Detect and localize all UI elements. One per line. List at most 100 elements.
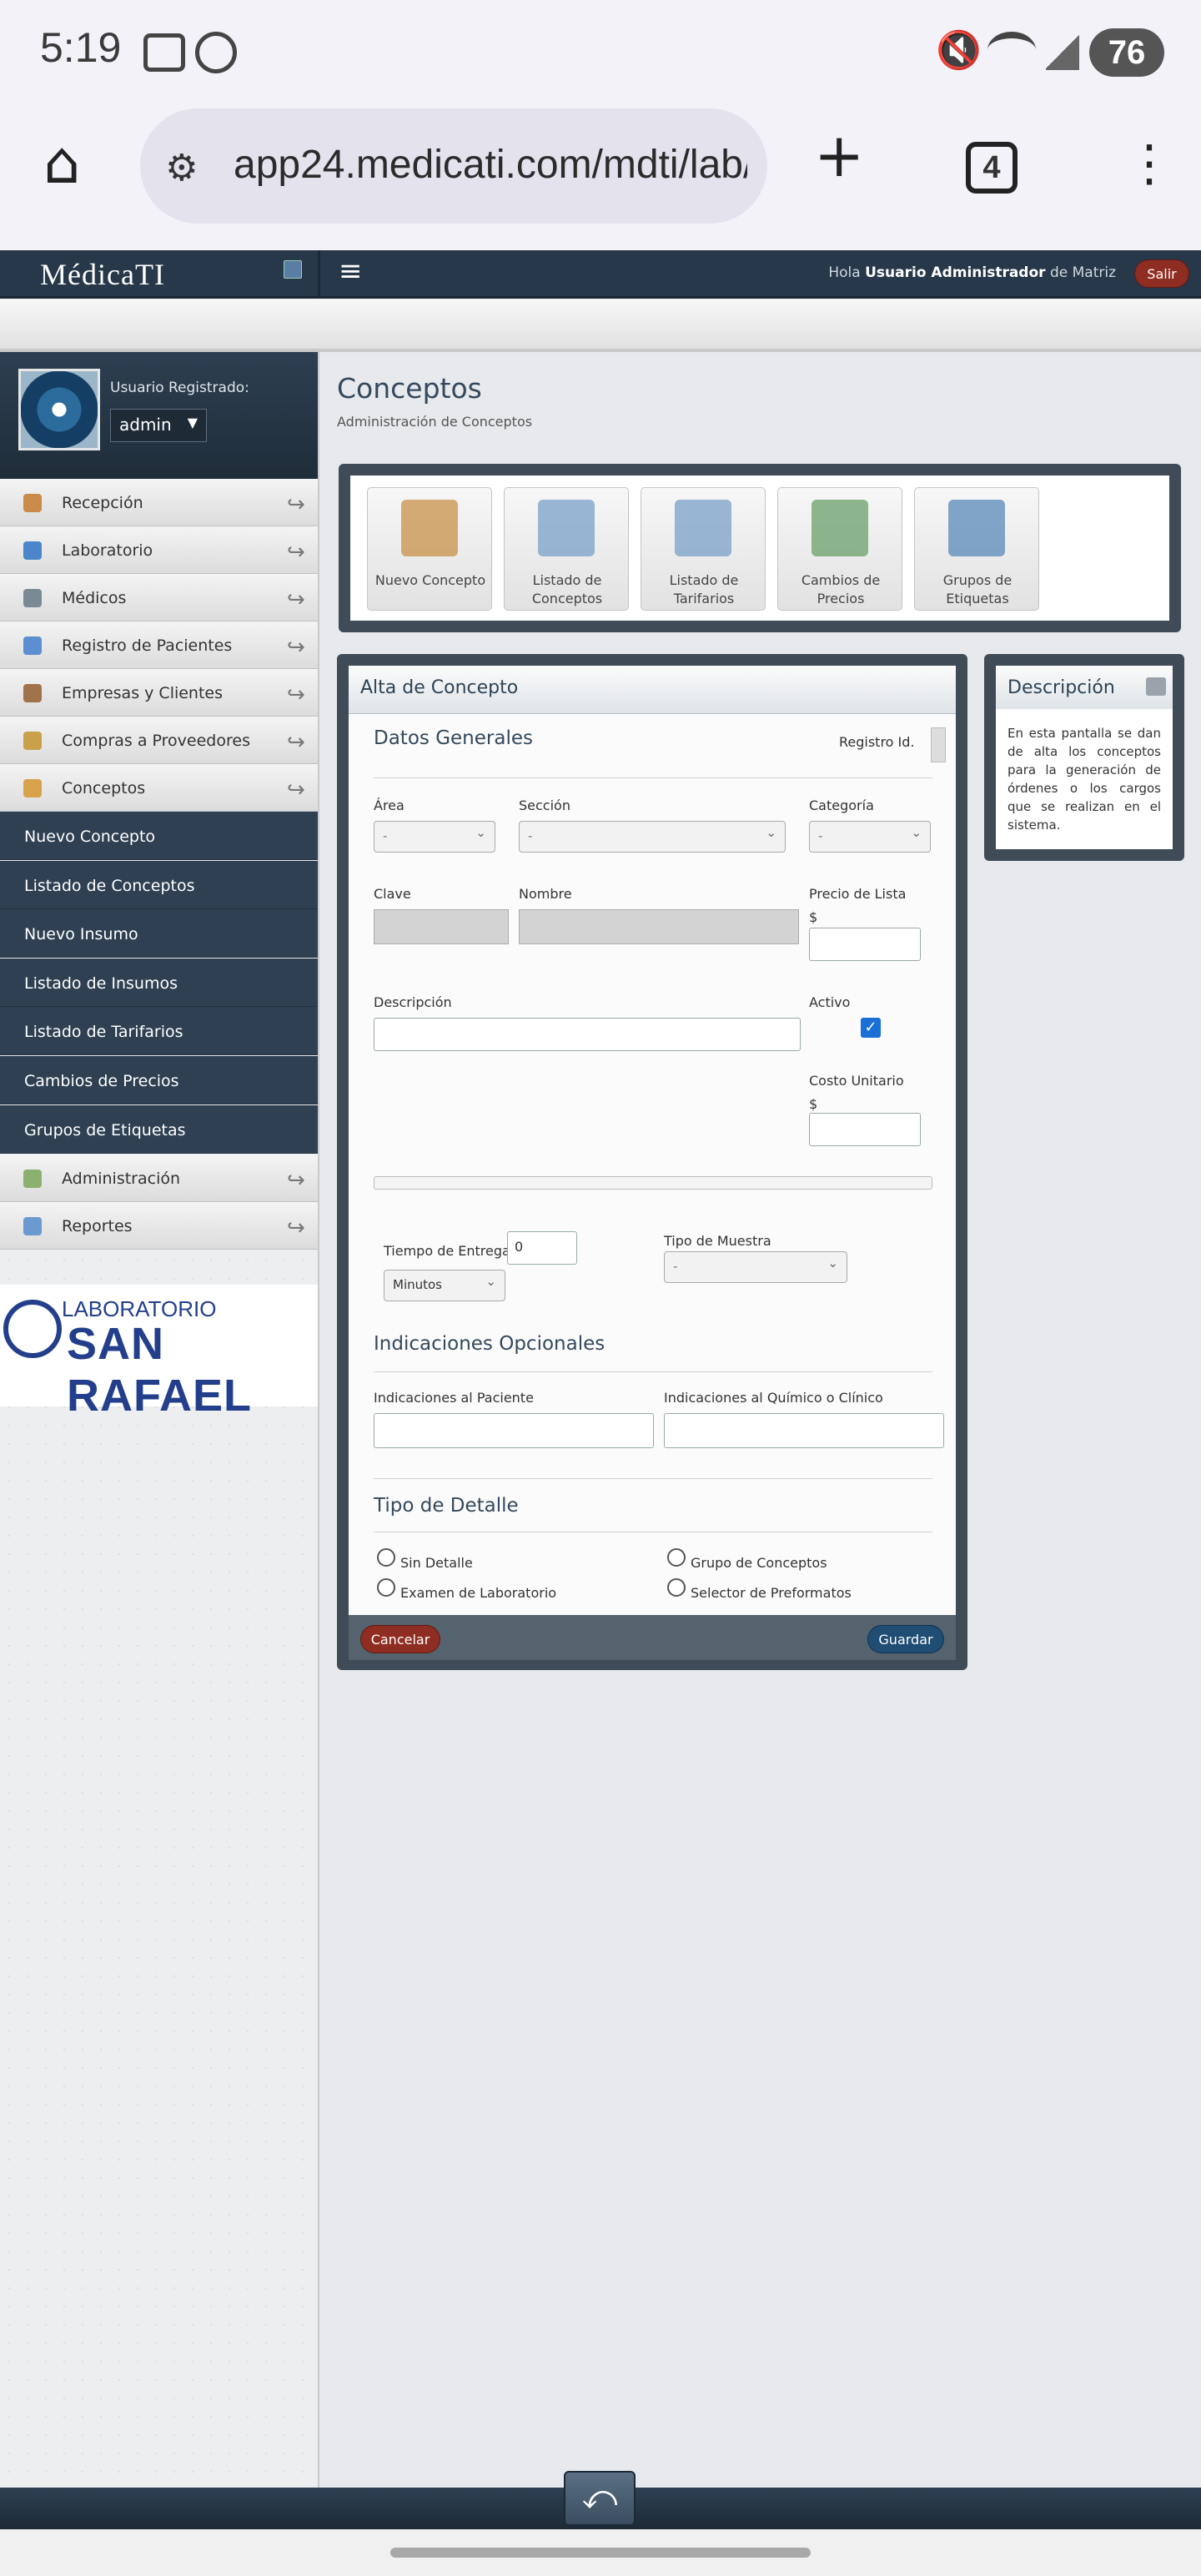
toolbar-button[interactable]: Grupos de Etiquetas bbox=[914, 487, 1039, 611]
ind-quimico-label: Indicaciones al Químico o Clínico bbox=[664, 1390, 883, 1406]
radio-sin-detalle-label: Sin Detalle bbox=[400, 1555, 473, 1571]
area-select[interactable]: - bbox=[374, 821, 495, 853]
radio-grupo-conceptos[interactable] bbox=[667, 1548, 686, 1567]
sidebar-item-reportes[interactable]: Reportes ↪ bbox=[0, 1202, 318, 1250]
stethoscope-icon bbox=[23, 589, 42, 607]
gesture-handle[interactable] bbox=[390, 2548, 811, 2558]
submenu-item[interactable]: Cambios de Precios bbox=[0, 1056, 318, 1104]
greeting-prefix: Hola bbox=[828, 264, 861, 281]
tab-switcher[interactable]: 4 bbox=[966, 142, 1018, 194]
precio-currency: $ bbox=[809, 909, 818, 925]
app-logo[interactable]: MédicaTI bbox=[40, 257, 165, 292]
cancel-button[interactable]: Cancelar bbox=[360, 1625, 440, 1653]
sidebar-item-empresas-y-clientes[interactable]: Empresas y Clientes ↪ bbox=[0, 669, 318, 717]
form-scrollbar[interactable] bbox=[931, 727, 946, 762]
toolbar-button-label: Nuevo Concepto bbox=[371, 571, 490, 590]
submenu-item[interactable]: Listado de Conceptos bbox=[0, 860, 318, 909]
submenu-item-label: Grupos de Etiquetas bbox=[24, 1120, 186, 1140]
arrow-icon: ↪ bbox=[287, 540, 305, 565]
activo-label: Activo bbox=[809, 994, 851, 1010]
battery-indicator: 76 bbox=[1089, 28, 1164, 77]
sidebar-item-administraci-n[interactable]: Administración ↪ bbox=[0, 1155, 318, 1202]
toolbar-label-line1: Listado de bbox=[669, 572, 739, 588]
sidebar-item-registro-de-pacientes[interactable]: Registro de Pacientes ↪ bbox=[0, 621, 318, 669]
submenu-item[interactable]: Grupos de Etiquetas bbox=[0, 1104, 318, 1154]
greeting-user: Usuario Administrador bbox=[865, 264, 1046, 281]
toolbar-button-label: Listado de Conceptos bbox=[508, 571, 626, 608]
categoria-select[interactable]: - bbox=[809, 821, 931, 853]
browser-menu-icon[interactable]: ⋮ bbox=[1124, 138, 1174, 189]
precio-input[interactable] bbox=[809, 928, 921, 961]
sidebar-item-laboratorio[interactable]: Laboratorio ↪ bbox=[0, 526, 318, 574]
submenu-item[interactable]: Nuevo Concepto bbox=[0, 812, 318, 860]
sidebar-item-label: Recepción bbox=[62, 494, 143, 512]
sidebar-item-m-dicos[interactable]: Médicos ↪ bbox=[0, 574, 318, 621]
submenu-item-label: Cambios de Precios bbox=[24, 1072, 179, 1090]
sidebar-item-compras-a-proveedores[interactable]: Compras a Proveedores ↪ bbox=[0, 717, 318, 764]
submenu-item[interactable]: Listado de Insumos bbox=[0, 958, 318, 1007]
tiempo-unit-value: Minutos bbox=[393, 1277, 442, 1292]
sidebar-item-conceptos[interactable]: Conceptos ↪ bbox=[0, 764, 318, 812]
lab-logo-icon bbox=[3, 1300, 62, 1358]
toolbar-icon bbox=[675, 500, 731, 556]
sidebar-item-label: Administración bbox=[62, 1170, 181, 1188]
descripcion-input[interactable] bbox=[374, 1018, 801, 1051]
home-icon[interactable]: ⌂ bbox=[43, 133, 80, 192]
toolbar-button-label: Grupos de Etiquetas bbox=[918, 571, 1037, 608]
seccion-select[interactable]: - bbox=[519, 821, 786, 853]
section-indicaciones-title: Indicaciones Opcionales bbox=[374, 1333, 606, 1355]
ind-paciente-label: Indicaciones al Paciente bbox=[374, 1390, 534, 1406]
toolbar-label-line1: Nuevo Concepto bbox=[374, 572, 486, 588]
sidebar-item-recepci-n[interactable]: Recepción ↪ bbox=[0, 479, 318, 526]
radio-sin-detalle[interactable] bbox=[377, 1548, 395, 1567]
save-button[interactable]: Guardar bbox=[867, 1625, 944, 1653]
registro-id-label: Registro Id. bbox=[839, 734, 915, 750]
form-title: Alta de Concepto bbox=[360, 677, 519, 698]
divider bbox=[374, 777, 932, 778]
ind-quimico-input[interactable] bbox=[664, 1413, 944, 1448]
costo-input[interactable] bbox=[809, 1113, 921, 1146]
hamburger-menu-icon[interactable]: ≡ bbox=[339, 257, 363, 285]
costo-label: Costo Unitario bbox=[809, 1073, 904, 1089]
arrow-icon: ↪ bbox=[287, 635, 305, 660]
user-dropdown[interactable]: admin ▼ bbox=[110, 409, 207, 442]
muestra-label: Tipo de Muestra bbox=[664, 1233, 771, 1249]
muestra-select[interactable]: - bbox=[664, 1251, 847, 1283]
sidebar-item-label: Reportes bbox=[62, 1217, 133, 1235]
scroll-top-button[interactable]: ⤺ bbox=[564, 2471, 636, 2526]
wifi-icon bbox=[987, 32, 1036, 68]
submenu-item[interactable]: Nuevo Insumo bbox=[0, 909, 318, 958]
tiempo-input[interactable]: 0 bbox=[507, 1231, 577, 1265]
toolbar-button[interactable]: Listado de Tarifarios bbox=[641, 487, 766, 611]
new-tab-icon[interactable]: + bbox=[814, 125, 864, 185]
clave-input[interactable] bbox=[374, 909, 509, 944]
area-select-value: - bbox=[383, 828, 388, 843]
site-settings-icon[interactable]: ⚙ bbox=[165, 147, 198, 189]
info-icon[interactable] bbox=[284, 260, 302, 279]
patient-icon bbox=[23, 636, 42, 655]
descripcion-label: Descripción bbox=[374, 994, 452, 1010]
minimize-icon[interactable] bbox=[1146, 677, 1166, 696]
toolbar-button[interactable]: Nuevo Concepto bbox=[367, 487, 492, 611]
radio-grupo-conceptos-label: Grupo de Conceptos bbox=[691, 1555, 827, 1571]
tiempo-unit-select[interactable]: Minutos bbox=[384, 1270, 505, 1301]
toolbar-label-line1: Listado de bbox=[532, 572, 602, 588]
url-text[interactable]: app24.medicati.com/mdti/lab/s bbox=[234, 142, 747, 188]
submenu-item[interactable]: Listado de Tarifarios bbox=[0, 1007, 318, 1056]
arrow-icon: ↪ bbox=[287, 1215, 305, 1240]
ind-paciente-input[interactable] bbox=[374, 1413, 654, 1448]
nombre-input[interactable] bbox=[519, 909, 799, 944]
nombre-label: Nombre bbox=[519, 886, 572, 902]
activo-checkbox[interactable]: ✓ bbox=[861, 1018, 881, 1038]
logout-button[interactable]: Salir bbox=[1134, 259, 1189, 288]
toolbar-button[interactable]: Listado de Conceptos bbox=[504, 487, 629, 611]
gallery-icon bbox=[143, 33, 185, 72]
section-detalle-title: Tipo de Detalle bbox=[374, 1495, 519, 1517]
radio-selector-preformatos[interactable] bbox=[667, 1578, 686, 1597]
mute-icon: 🔇 bbox=[936, 29, 982, 72]
sidebar-item-label: Empresas y Clientes bbox=[62, 684, 224, 702]
caret-down-icon: ▼ bbox=[187, 415, 198, 430]
toolbar-button[interactable]: Cambios de Precios bbox=[777, 487, 902, 611]
toolbar-label-line1: Cambios de bbox=[801, 572, 881, 588]
radio-examen-laboratorio[interactable] bbox=[377, 1578, 395, 1597]
